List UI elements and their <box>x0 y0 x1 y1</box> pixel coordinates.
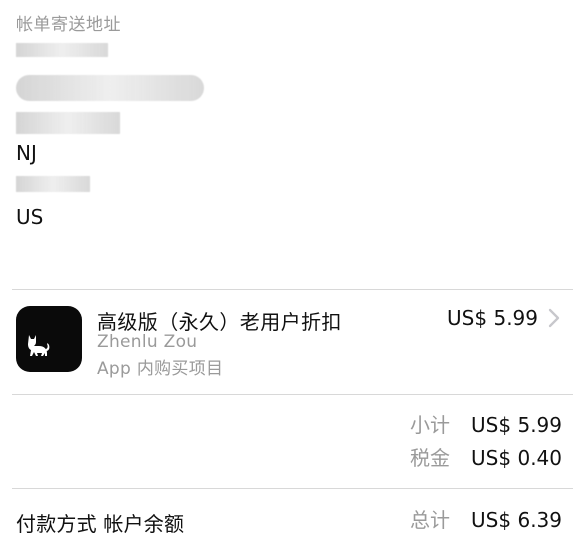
section-divider <box>12 488 573 489</box>
redacted-postal-line <box>16 176 90 192</box>
receipt-page: 帐单寄送地址 NJ US 高级版（永久）老用户折扣 Zhenlu Zou App… <box>0 0 573 545</box>
tax-value: US$ 0.40 <box>471 446 562 470</box>
section-divider <box>12 394 573 395</box>
purchase-item-row[interactable]: 高级版（永久）老用户折扣 Zhenlu Zou App 内购买项目 US$ 5.… <box>0 290 573 394</box>
item-price: US$ 5.99 <box>447 306 538 330</box>
billing-country: US <box>16 205 44 229</box>
total-value: US$ 6.39 <box>471 508 562 532</box>
redacted-street-line <box>16 75 204 101</box>
purchase-item-title: 高级版（永久）老用户折扣 <box>97 310 342 334</box>
app-icon <box>16 306 82 372</box>
redacted-name-line <box>16 43 108 57</box>
cat-icon <box>28 335 50 356</box>
payment-method: 付款方式 帐户余额 <box>16 512 185 536</box>
redacted-city-line <box>16 112 120 134</box>
subtotal-value: US$ 5.99 <box>471 413 562 437</box>
purchase-type: App 内购买项目 <box>97 359 224 379</box>
chevron-right-icon <box>548 308 560 328</box>
developer-name: Zhenlu Zou <box>97 332 198 352</box>
billing-state: NJ <box>16 141 37 165</box>
billing-address-title: 帐单寄送地址 <box>16 15 121 35</box>
